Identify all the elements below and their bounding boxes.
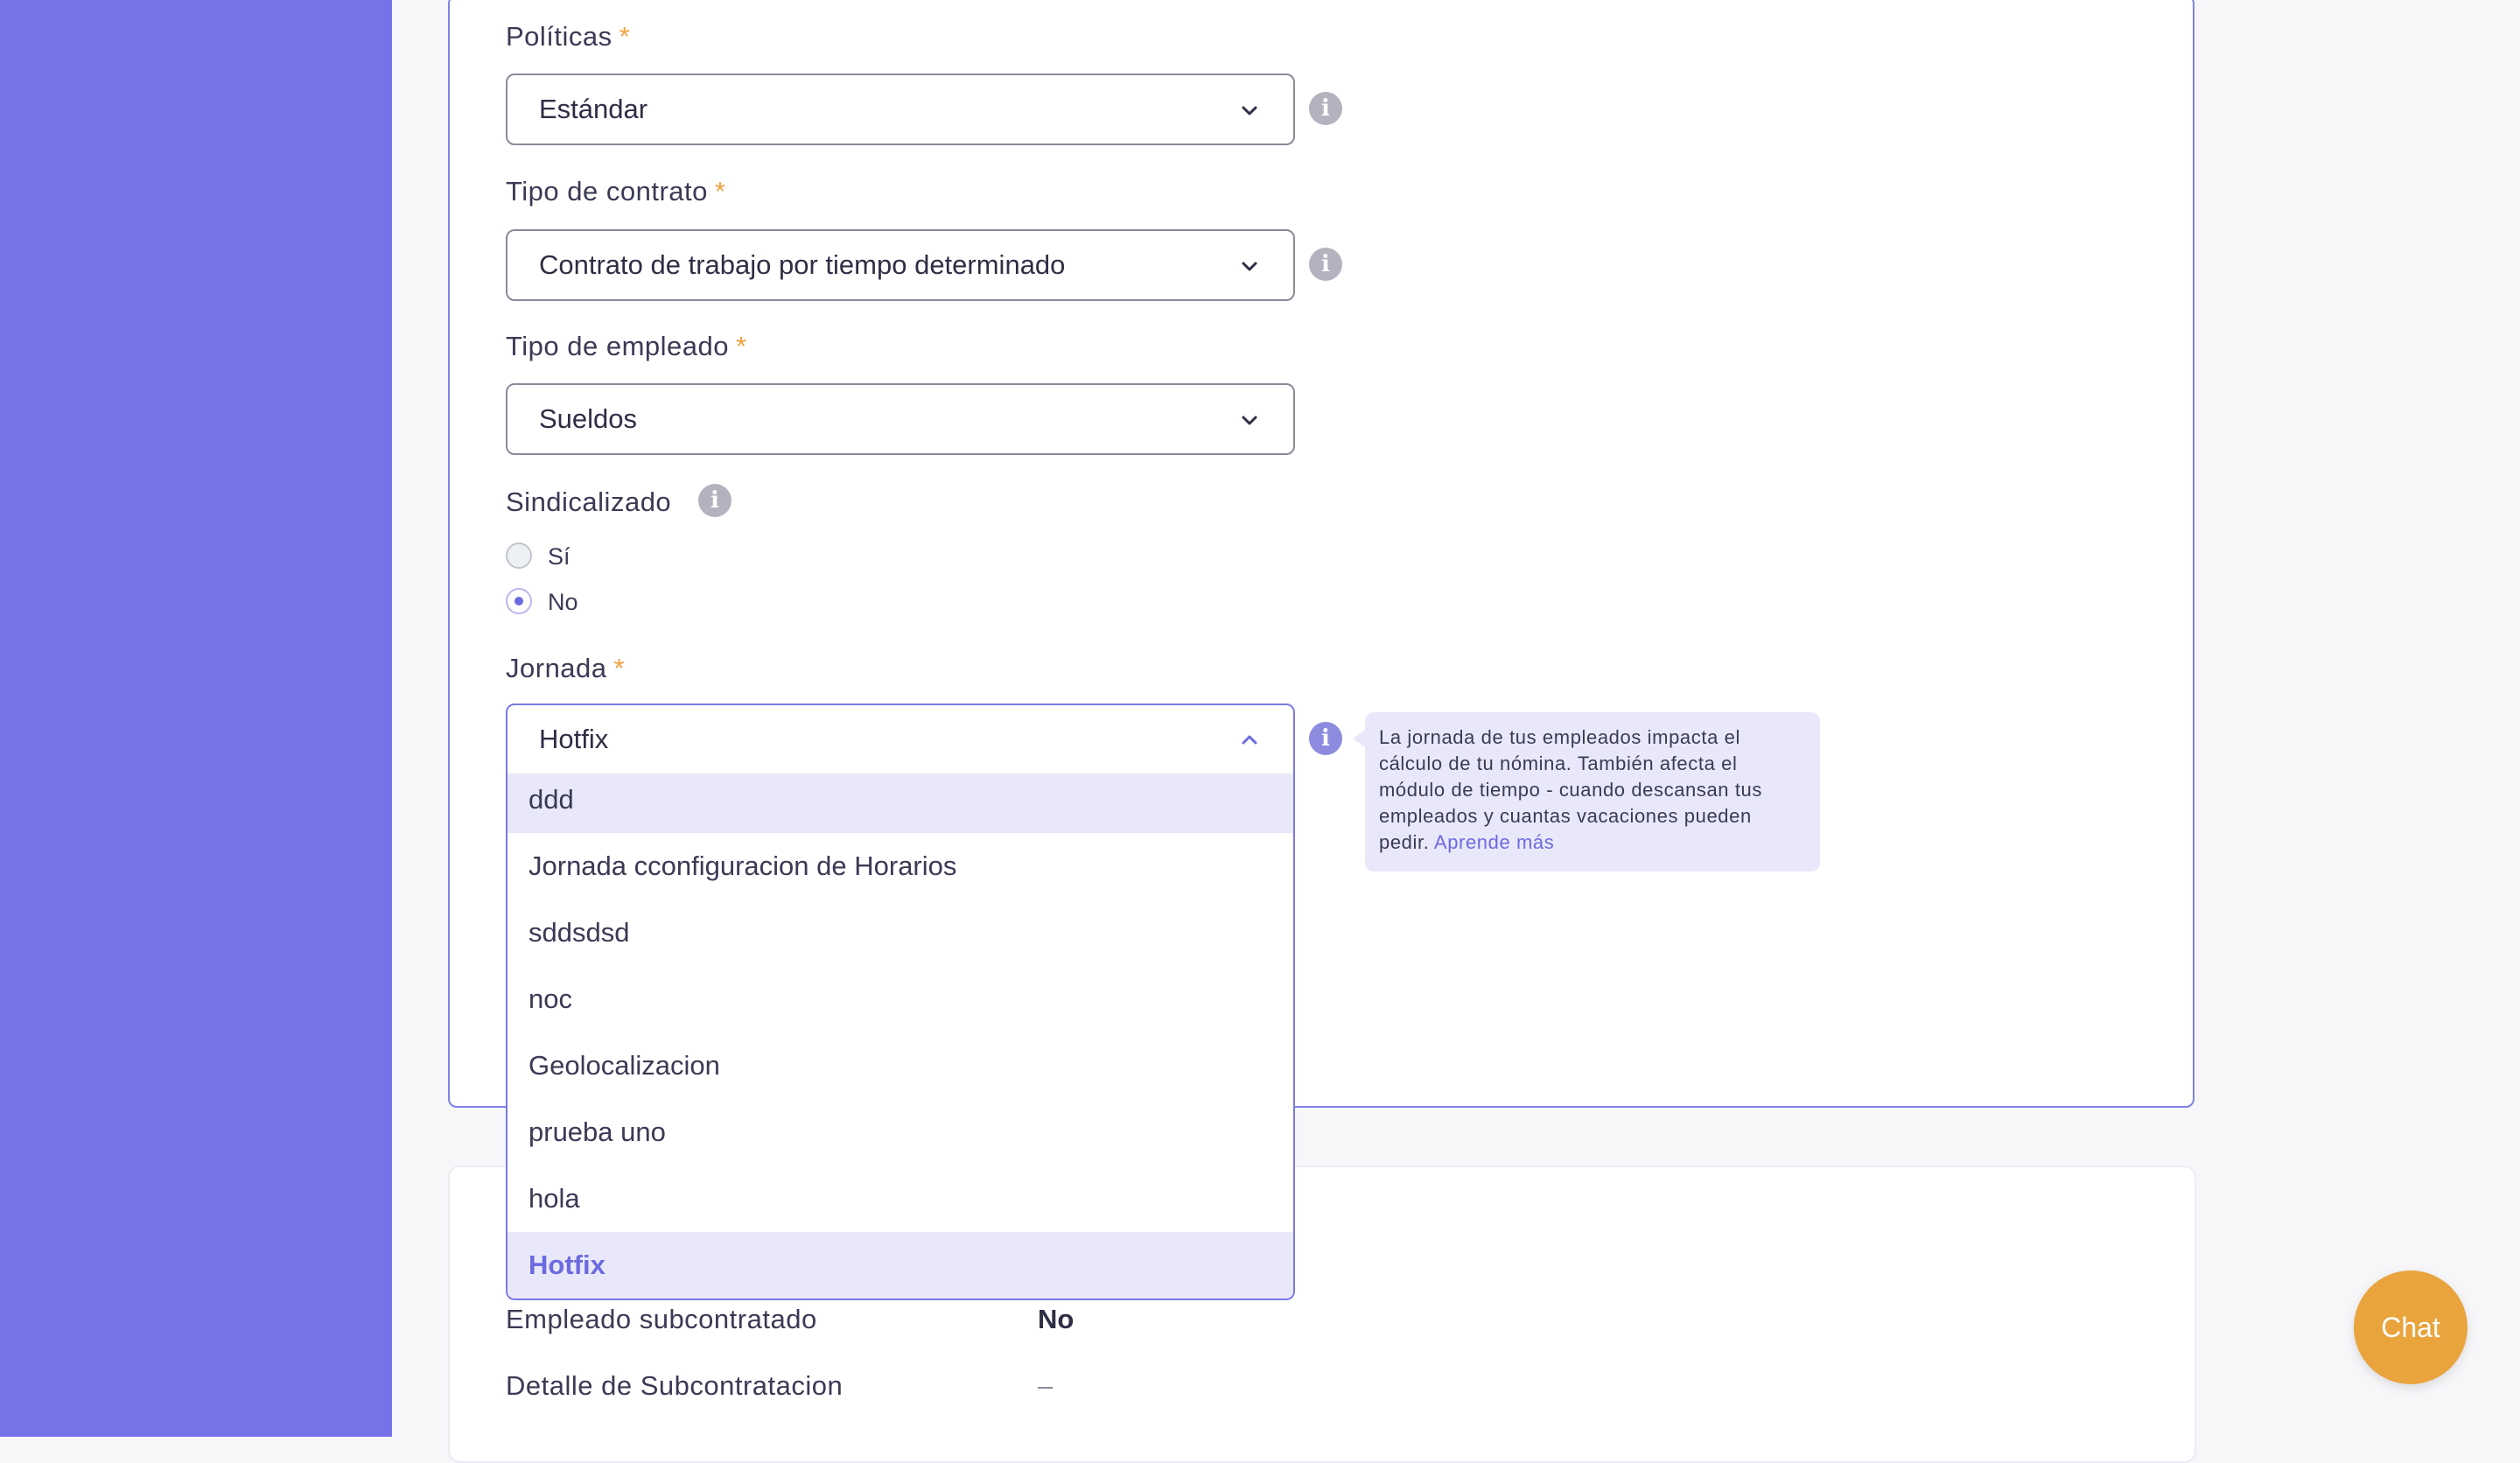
dropdown-option-label: Jornada cconfiguracion de Horarios — [528, 850, 957, 881]
radio-label-si: Sí — [548, 543, 570, 570]
dropdown-option-label: hola — [528, 1183, 580, 1214]
dropdown-option[interactable]: prueba uno — [508, 1099, 1293, 1166]
info-icon[interactable]: i — [1309, 92, 1342, 125]
dropdown-option[interactable]: hola — [508, 1166, 1293, 1232]
sindicalizado-label: Sindicalizado — [506, 486, 672, 517]
radio-label-no: No — [548, 589, 578, 615]
sidebar — [0, 0, 392, 1437]
jornada-select-value: Hotfix — [539, 724, 609, 754]
dropdown-option-label: sddsdsd — [528, 917, 630, 948]
detail-label-subcontratacion: Detalle de Subcontratacion — [506, 1370, 844, 1401]
chevron-down-icon — [1241, 102, 1258, 119]
tipo-empleado-select-value: Sueldos — [539, 403, 638, 434]
tipo-empleado-label: Tipo de empleado * — [506, 331, 747, 362]
tipo-contrato-label-text: Tipo de contrato — [506, 176, 708, 206]
detail-label-subcontratado: Empleado subcontratado — [506, 1304, 817, 1334]
chevron-up-icon — [1241, 732, 1258, 749]
required-mark: * — [736, 331, 747, 361]
dropdown-option-selected[interactable]: Hotfix — [508, 1232, 1293, 1298]
dropdown-option[interactable]: noc — [508, 966, 1293, 1032]
radio-icon[interactable] — [506, 542, 532, 569]
tipo-contrato-select-value: Contrato de trabajo por tiempo determina… — [539, 249, 1066, 280]
required-mark: * — [613, 653, 626, 683]
politicas-select-value: Estándar — [539, 94, 648, 124]
dropdown-option[interactable]: sddsdsd — [508, 900, 1293, 966]
tipo-contrato-label: Tipo de contrato * — [506, 176, 725, 207]
jornada-select[interactable]: Hotfix — [506, 704, 1295, 775]
radio-icon[interactable] — [506, 588, 532, 614]
jornada-tooltip: La jornada de tus empleados impacta el c… — [1353, 712, 1820, 872]
dropdown-option-label: noc — [528, 984, 572, 1014]
politicas-label-text: Políticas — [506, 21, 612, 52]
learn-more-link[interactable]: Aprende más — [1434, 831, 1554, 853]
info-icon[interactable]: i — [698, 484, 732, 517]
detail-value-subcontratacion: – — [1038, 1370, 1054, 1401]
info-icon[interactable]: i — [1309, 248, 1342, 281]
tipo-empleado-label-text: Tipo de empleado — [506, 331, 730, 361]
jornada-label-text: Jornada — [506, 653, 607, 683]
dropdown-option-label: ddd — [528, 784, 574, 815]
tipo-empleado-select[interactable]: Sueldos — [506, 383, 1295, 455]
chevron-down-icon — [1241, 411, 1258, 429]
chevron-down-icon — [1241, 257, 1258, 275]
jornada-label: Jornada * — [506, 653, 625, 684]
dropdown-option[interactable]: ddd — [508, 774, 1293, 833]
required-mark: * — [619, 21, 631, 52]
jornada-dropdown-list: ddd Jornada cconfiguracion de Horarios s… — [506, 774, 1295, 1300]
politicas-select[interactable]: Estándar — [506, 74, 1295, 145]
tipo-contrato-select[interactable]: Contrato de trabajo por tiempo determina… — [506, 229, 1295, 301]
dropdown-option-label: prueba uno — [528, 1116, 666, 1147]
dropdown-option-label: Geolocalizacion — [528, 1050, 720, 1081]
politicas-label: Políticas * — [506, 21, 630, 52]
chat-button[interactable]: Chat — [2354, 1270, 2468, 1384]
info-icon[interactable]: i — [1309, 722, 1342, 755]
dropdown-option-label: Hotfix — [528, 1250, 606, 1280]
detail-value-subcontratado: No — [1038, 1304, 1074, 1334]
dropdown-option[interactable]: Geolocalizacion — [508, 1032, 1293, 1099]
dropdown-option[interactable]: Jornada cconfiguracion de Horarios — [508, 833, 1293, 900]
required-mark: * — [714, 176, 726, 206]
